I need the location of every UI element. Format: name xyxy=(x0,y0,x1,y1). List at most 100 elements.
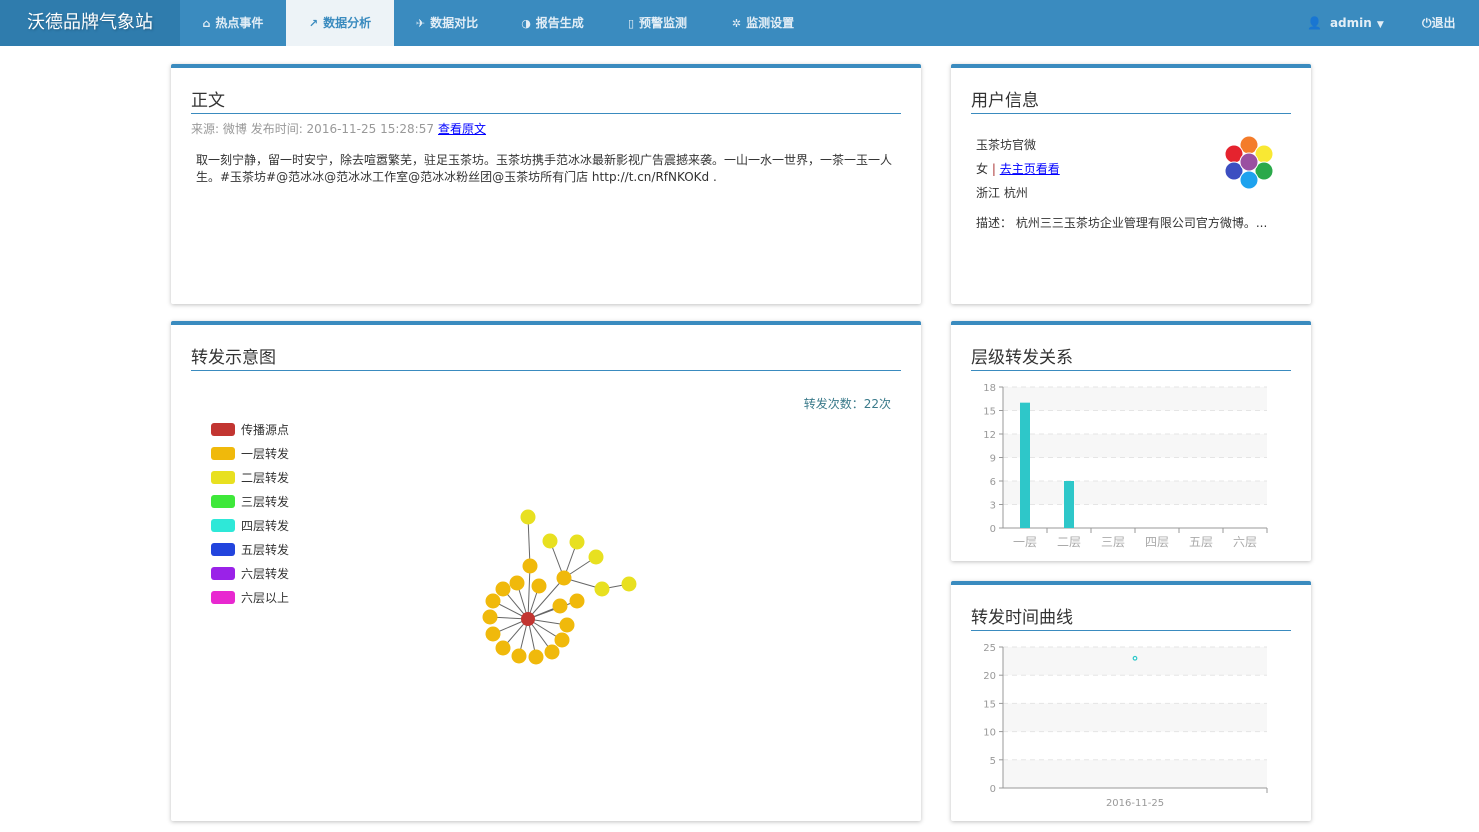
power-icon: ⏻ xyxy=(1422,16,1432,30)
time-line-chart: 0 5 10 15 20 25 2016-11-25 xyxy=(983,643,1268,809)
graph-node xyxy=(528,649,544,665)
line-chart-icon: ↗ xyxy=(308,17,319,30)
graph-node xyxy=(485,626,501,642)
bar xyxy=(1020,402,1030,528)
level-chart-panel: 层级转发关系 0 3 6 9 12 15 18 一层 二层 三层 四层 五层 六层 xyxy=(951,321,1311,561)
graph-edge xyxy=(527,565,531,620)
tab-label: 热点事件 xyxy=(215,16,264,30)
tab-label: 数据对比 xyxy=(430,16,479,30)
separator: | xyxy=(991,162,996,176)
graph-node xyxy=(588,549,604,565)
gear-icon: ✲ xyxy=(731,17,742,30)
y-tick-label: 15 xyxy=(983,699,996,710)
username: admin xyxy=(1329,16,1372,30)
grid-band xyxy=(1003,759,1267,788)
contrast-icon: ◑ xyxy=(521,17,531,30)
graph-node xyxy=(544,644,560,660)
logout-button[interactable]: ⏻退出 xyxy=(1422,0,1456,46)
user-description: 描述： 杭州三三玉茶坊企业管理有限公司官方微博。... xyxy=(976,216,1268,230)
graph-node xyxy=(621,576,637,592)
y-tick-label: 25 xyxy=(983,643,996,654)
caret-down-icon: ▼ xyxy=(1376,20,1384,30)
y-tick-label: 12 xyxy=(983,430,996,441)
grid-band xyxy=(1003,434,1267,458)
tab-data-compare[interactable]: ✈ 数据对比 xyxy=(394,0,500,46)
tab-label: 数据分析 xyxy=(323,16,372,30)
graph-node xyxy=(552,598,568,614)
data-point xyxy=(1132,655,1138,661)
user-avatar xyxy=(1224,135,1274,190)
y-tick-label: 5 xyxy=(990,756,996,767)
graph-node xyxy=(521,612,535,626)
tab-monitor-settings[interactable]: ✲ 监测设置 xyxy=(710,0,816,46)
graph-node xyxy=(594,581,610,597)
source: 来源: 微博 xyxy=(191,122,247,136)
graph-node xyxy=(542,533,558,549)
view-original-link[interactable]: 查看原文 xyxy=(438,122,486,136)
y-tick-label: 20 xyxy=(983,671,996,682)
x-tick-label: 五层 xyxy=(1189,535,1213,549)
graph-node xyxy=(511,648,527,664)
user-gender-row: 女 | 去主页看看 xyxy=(976,160,1060,177)
tab-alert-monitor[interactable]: ▯ 预警监测 xyxy=(605,0,710,46)
x-tick-label: 三层 xyxy=(1101,535,1125,549)
panel-title: 正文 xyxy=(191,90,901,114)
level-bar-chart: 0 3 6 9 12 15 18 一层 二层 三层 四层 五层 六层 xyxy=(983,383,1268,549)
tab-data-analysis[interactable]: ↗ 数据分析 xyxy=(286,0,394,46)
tab-label: 报告生成 xyxy=(535,16,584,30)
graph-node xyxy=(482,609,498,625)
y-tick-label: 18 xyxy=(983,383,996,394)
panel-title: 用户信息 xyxy=(971,90,1291,114)
top-navbar: 沃德品牌气象站 ⌂ 热点事件 ↗ 数据分析 ✈ 数据对比 ◑ 报告生成 ▯ 预警监测 ✲ 监… xyxy=(0,0,1479,46)
grid-band xyxy=(1003,703,1267,732)
graph-node xyxy=(520,509,536,525)
repost-graph-panel: 转发示意图 转发次数：22次 传播源点 一层转发 二层转发 三层转发 四层转发 五层转发六… xyxy=(171,321,921,821)
user-icon: 👤 xyxy=(1307,16,1322,30)
tab-label: 监测设置 xyxy=(746,16,795,30)
publish-time: 发布时间: 2016-11-25 15:28:57 xyxy=(250,122,434,136)
y-tick-label: 10 xyxy=(983,728,996,739)
x-tick-label: 一层 xyxy=(1013,535,1037,549)
user-name: 玉茶坊官微 xyxy=(976,138,1037,152)
brand-logo[interactable]: 沃德品牌气象站 xyxy=(0,0,180,46)
user-menu[interactable]: 👤 admin ▼ xyxy=(1307,0,1384,46)
article-meta: 来源: 微博 发布时间: 2016-11-25 15:28:57 查看原文 xyxy=(191,120,486,137)
tab-label: 预警监测 xyxy=(639,16,688,30)
logout-label: 退出 xyxy=(1431,16,1456,30)
send-icon: ✈ xyxy=(415,17,426,30)
x-tick-label: 二层 xyxy=(1057,535,1081,549)
graph-node xyxy=(569,534,585,550)
x-tick-label: 四层 xyxy=(1145,535,1169,549)
x-tick-label: 2016-11-25 xyxy=(1106,798,1164,809)
file-icon: ▯ xyxy=(627,17,635,30)
y-tick-label: 9 xyxy=(990,454,996,465)
graph-node xyxy=(554,632,570,648)
y-tick-label: 0 xyxy=(990,524,996,535)
graph-node xyxy=(531,578,547,594)
homepage-link[interactable]: 去主页看看 xyxy=(1000,162,1060,176)
tab-hot-events[interactable]: ⌂ 热点事件 xyxy=(180,0,286,46)
y-tick-label: 6 xyxy=(990,477,996,488)
graph-node xyxy=(559,617,575,633)
graph-node xyxy=(485,593,501,609)
y-tick-label: 15 xyxy=(983,407,996,418)
graph-node xyxy=(556,570,572,586)
grid-band xyxy=(1003,647,1267,676)
graph-node xyxy=(522,558,538,574)
repost-graph[interactable] xyxy=(171,321,921,821)
article-panel: 正文 来源: 微博 发布时间: 2016-11-25 15:28:57 查看原文 … xyxy=(171,64,921,304)
grid-band xyxy=(1003,481,1267,505)
tab-report[interactable]: ◑ 报告生成 xyxy=(500,0,605,46)
graph-node xyxy=(495,640,511,656)
gender: 女 xyxy=(976,162,989,176)
user-info-panel: 用户信息 玉茶坊官微 女 | 去主页看看 浙江 杭州 描述： 杭州三三玉茶坊企业… xyxy=(951,64,1311,304)
user-location: 浙江 杭州 xyxy=(976,186,1028,200)
graph-node xyxy=(569,593,585,609)
graph-node xyxy=(509,575,525,591)
grid-band xyxy=(1003,387,1267,411)
y-tick-label: 3 xyxy=(990,501,996,512)
y-tick-label: 0 xyxy=(990,784,996,795)
x-tick-label: 六层 xyxy=(1233,535,1257,549)
bar xyxy=(1064,481,1074,528)
graph-node xyxy=(495,581,511,597)
